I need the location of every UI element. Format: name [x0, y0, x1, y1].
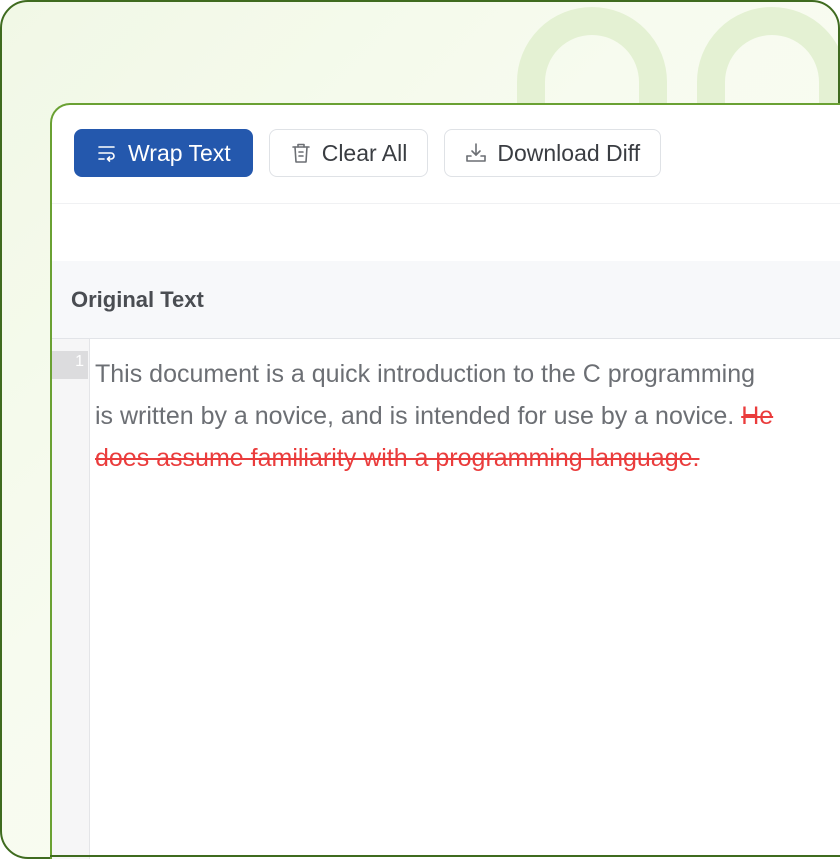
toolbar-divider	[52, 203, 840, 261]
diff-panel: Wrap Text Clear All Download Diff Origin…	[50, 103, 840, 859]
clear-all-label: Clear All	[321, 139, 408, 166]
removed-text: does assume familiarity with a programmi…	[95, 444, 700, 472]
text-line: This document is a quick introduction to…	[95, 360, 756, 388]
download-diff-label: Download Diff	[497, 139, 641, 166]
original-text-editor[interactable]: This document is a quick introduction to…	[95, 353, 840, 479]
line-number: 1	[52, 351, 88, 379]
trash-icon	[290, 142, 312, 164]
text-line: is written by a novice, and is intended …	[95, 402, 742, 430]
wrap-text-button[interactable]: Wrap Text	[74, 129, 253, 177]
wrap-text-label: Wrap Text	[128, 139, 231, 166]
pane-header: Original Text	[52, 261, 840, 339]
pane-title: Original Text	[71, 287, 204, 312]
clear-all-button[interactable]: Clear All	[268, 129, 429, 177]
line-gutter: 1	[52, 339, 90, 859]
download-diff-button[interactable]: Download Diff	[444, 129, 662, 177]
toolbar: Wrap Text Clear All Download Diff	[74, 129, 662, 179]
wrap-text-icon	[96, 142, 118, 164]
frame-bottom-edge	[50, 855, 840, 857]
download-tray-icon	[465, 142, 487, 164]
removed-text: He	[741, 402, 774, 430]
